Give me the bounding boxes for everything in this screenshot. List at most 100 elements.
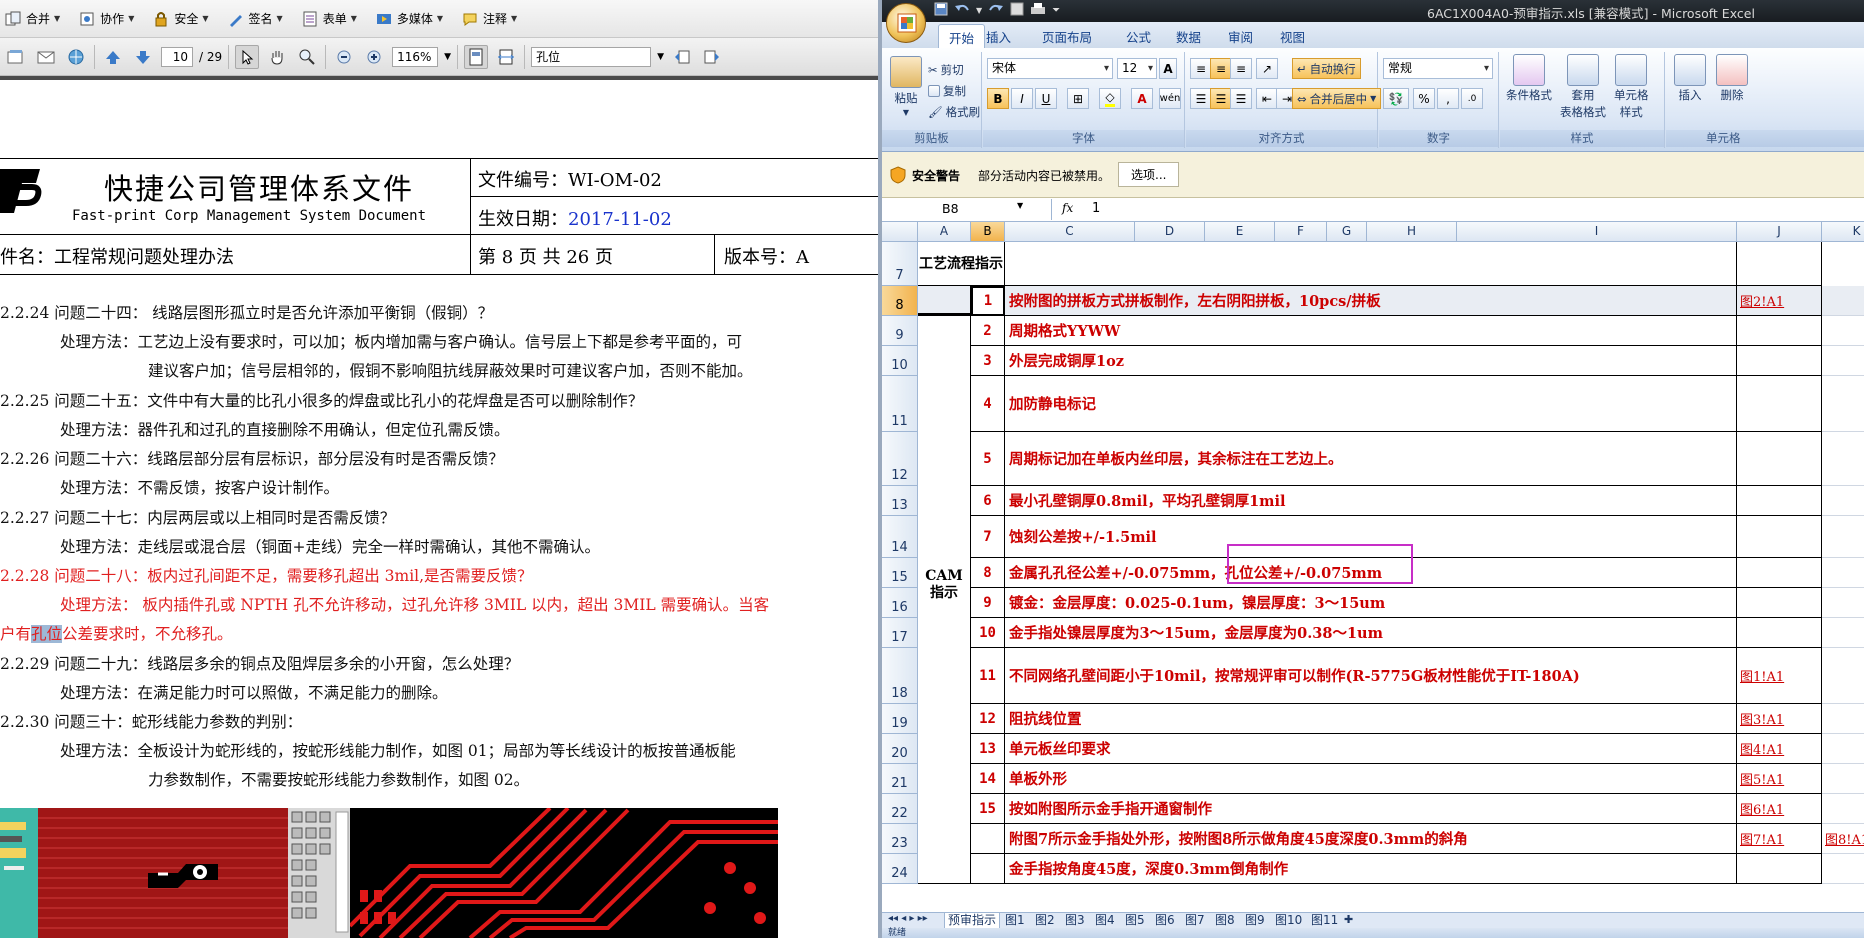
- bold-button[interactable]: B: [987, 88, 1009, 109]
- hyperlink-cell[interactable]: [1822, 618, 1864, 648]
- instruction-cell[interactable]: 周期标记加在单板内丝印层，其余标注在工艺边上。: [1005, 432, 1737, 486]
- ribbon-tab[interactable]: 开始: [938, 24, 986, 50]
- row-header[interactable]: 15: [882, 558, 918, 588]
- hyperlink-cell[interactable]: [1737, 432, 1822, 486]
- sheet-tab[interactable]: 图1: [1002, 913, 1028, 929]
- zoom-in-icon[interactable]: [362, 45, 386, 69]
- row-header[interactable]: 13: [882, 486, 918, 516]
- email-icon[interactable]: [34, 45, 58, 69]
- instruction-cell[interactable]: 外层完成铜厚1oz: [1005, 346, 1737, 376]
- row-header[interactable]: 7: [882, 242, 918, 286]
- hyperlink-cell[interactable]: 图4!A1: [1737, 734, 1822, 764]
- row-header[interactable]: 8: [882, 286, 918, 316]
- insert-cells-button[interactable]: 插入: [1674, 54, 1706, 103]
- row-header[interactable]: 19: [882, 704, 918, 734]
- instruction-cell[interactable]: 最小孔壁铜厚0.8mil，平均孔壁铜厚1mil: [1005, 486, 1737, 516]
- item-number-cell[interactable]: 14: [971, 764, 1005, 794]
- hyperlink-cell[interactable]: 图3!A1: [1737, 704, 1822, 734]
- sheet-tab[interactable]: 图5: [1122, 913, 1148, 929]
- item-number-cell[interactable]: 13: [971, 734, 1005, 764]
- chevron-down-icon[interactable]: ▼: [976, 6, 982, 15]
- item-number-cell[interactable]: 11: [971, 648, 1005, 704]
- ribbon-tab[interactable]: 审阅: [1228, 27, 1253, 46]
- font-color-button[interactable]: A: [1131, 88, 1153, 109]
- row-header[interactable]: 12: [882, 432, 918, 486]
- item-number-cell[interactable]: 9: [971, 588, 1005, 618]
- hyperlink-cell[interactable]: [1737, 346, 1822, 376]
- ribbon-tab[interactable]: 视图: [1280, 27, 1305, 46]
- chevron-down-icon[interactable]: ▼: [657, 52, 664, 62]
- increase-decimal-icon[interactable]: .0: [1461, 88, 1483, 109]
- sheet-tab[interactable]: 图10: [1272, 913, 1305, 929]
- align-bottom-icon[interactable]: ≡: [1230, 58, 1252, 79]
- hyperlink-cell[interactable]: [1822, 558, 1864, 588]
- hyperlink-cell[interactable]: [1822, 648, 1864, 704]
- row-header[interactable]: 23: [882, 824, 918, 854]
- row-header[interactable]: 17: [882, 618, 918, 648]
- next-page-icon[interactable]: [131, 45, 155, 69]
- hyperlink-cell[interactable]: 图1!A1: [1737, 648, 1822, 704]
- hyperlink-cell[interactable]: [1822, 764, 1864, 794]
- toolbar-button[interactable]: 多媒体 ▼: [371, 6, 447, 32]
- print-preview-icon[interactable]: [1010, 2, 1024, 19]
- item-number-cell[interactable]: 8: [971, 558, 1005, 588]
- instruction-cell[interactable]: 镀金：金层厚度：0.025-0.1um，镍层厚度：3～15um: [1005, 588, 1737, 618]
- item-number-cell[interactable]: 5: [971, 432, 1005, 486]
- sheet-tab[interactable]: 图7: [1182, 913, 1208, 929]
- ribbon-tab[interactable]: 页面布局: [1042, 27, 1092, 46]
- save-icon[interactable]: [934, 2, 948, 19]
- prev-page-icon[interactable]: [101, 45, 125, 69]
- select-all-corner[interactable]: [882, 222, 918, 242]
- instruction-cell[interactable]: 不同网络孔壁间距小于10mil，按常规评审可以制作(R-5775G板材性能优于I…: [1005, 648, 1737, 704]
- header-cell[interactable]: 工艺流程指示: [918, 242, 1005, 286]
- toolbar-button[interactable]: 合并 ▼: [0, 6, 64, 32]
- hyperlink-cell[interactable]: 图5!A1: [1737, 764, 1822, 794]
- column-header[interactable]: F: [1275, 222, 1327, 242]
- orientation-icon[interactable]: ↗: [1256, 58, 1278, 79]
- row-header[interactable]: 20: [882, 734, 918, 764]
- zoom-input[interactable]: 116%: [392, 46, 439, 67]
- cell-styles-button[interactable]: 单元格 样式: [1614, 54, 1649, 120]
- sheet-tab[interactable]: 预审指示: [944, 913, 1001, 929]
- hyperlink-cell[interactable]: [1822, 286, 1864, 316]
- hyperlink-cell[interactable]: 图6!A1: [1737, 794, 1822, 824]
- globe-icon[interactable]: [64, 45, 88, 69]
- sheet-tab[interactable]: 图6: [1152, 913, 1178, 929]
- zoom-tool-icon[interactable]: [295, 45, 319, 69]
- format-as-table-button[interactable]: 套用 表格格式: [1560, 54, 1606, 120]
- search-input[interactable]: 孔位: [531, 46, 652, 67]
- paste-button[interactable]: 粘贴 ▼: [890, 56, 922, 117]
- sheet-tab[interactable]: 图4: [1092, 913, 1118, 929]
- instruction-cell[interactable]: 单元板丝印要求: [1005, 734, 1737, 764]
- hyperlink-cell[interactable]: [1822, 346, 1864, 376]
- row-header[interactable]: 18: [882, 648, 918, 704]
- column-header[interactable]: C: [1005, 222, 1135, 242]
- hyperlink-cell[interactable]: [1822, 376, 1864, 432]
- empty-cell[interactable]: [1737, 242, 1822, 286]
- hyperlink-cell[interactable]: [1822, 704, 1864, 734]
- print-icon[interactable]: [1030, 2, 1046, 19]
- security-options-button[interactable]: 选项...: [1118, 162, 1180, 187]
- item-number-cell[interactable]: 6: [971, 486, 1005, 516]
- search-next-icon[interactable]: [700, 45, 724, 69]
- font-size-select[interactable]: 12: [1117, 58, 1157, 79]
- search-prev-icon[interactable]: [670, 45, 694, 69]
- column-header[interactable]: G: [1327, 222, 1367, 242]
- sheet-tab[interactable]: 图3: [1062, 913, 1088, 929]
- hyperlink-cell[interactable]: [1822, 854, 1864, 884]
- instruction-cell[interactable]: 周期格式YYWW: [1005, 316, 1737, 346]
- borders-button[interactable]: ⊞: [1067, 88, 1089, 109]
- ribbon-tab[interactable]: 公式: [1126, 27, 1151, 46]
- item-number-cell[interactable]: 1: [971, 286, 1005, 316]
- item-number-cell[interactable]: 15: [971, 794, 1005, 824]
- hyperlink-cell[interactable]: [1822, 432, 1864, 486]
- hyperlink-cell[interactable]: [1737, 618, 1822, 648]
- instruction-cell[interactable]: 蚀刻公差按+/-1.5mil: [1005, 516, 1737, 558]
- insert-sheet-icon[interactable]: ✚: [1344, 913, 1353, 926]
- phonetic-button[interactable]: wén: [1159, 88, 1181, 109]
- align-center-icon[interactable]: ☰: [1210, 88, 1232, 109]
- hyperlink-cell[interactable]: [1737, 854, 1822, 884]
- hyperlink-cell[interactable]: [1737, 588, 1822, 618]
- hyperlink-cell[interactable]: 图7!A1: [1737, 824, 1822, 854]
- instruction-cell[interactable]: 金属孔孔径公差+/-0.075mm，孔位公差+/-0.075mm: [1005, 558, 1737, 588]
